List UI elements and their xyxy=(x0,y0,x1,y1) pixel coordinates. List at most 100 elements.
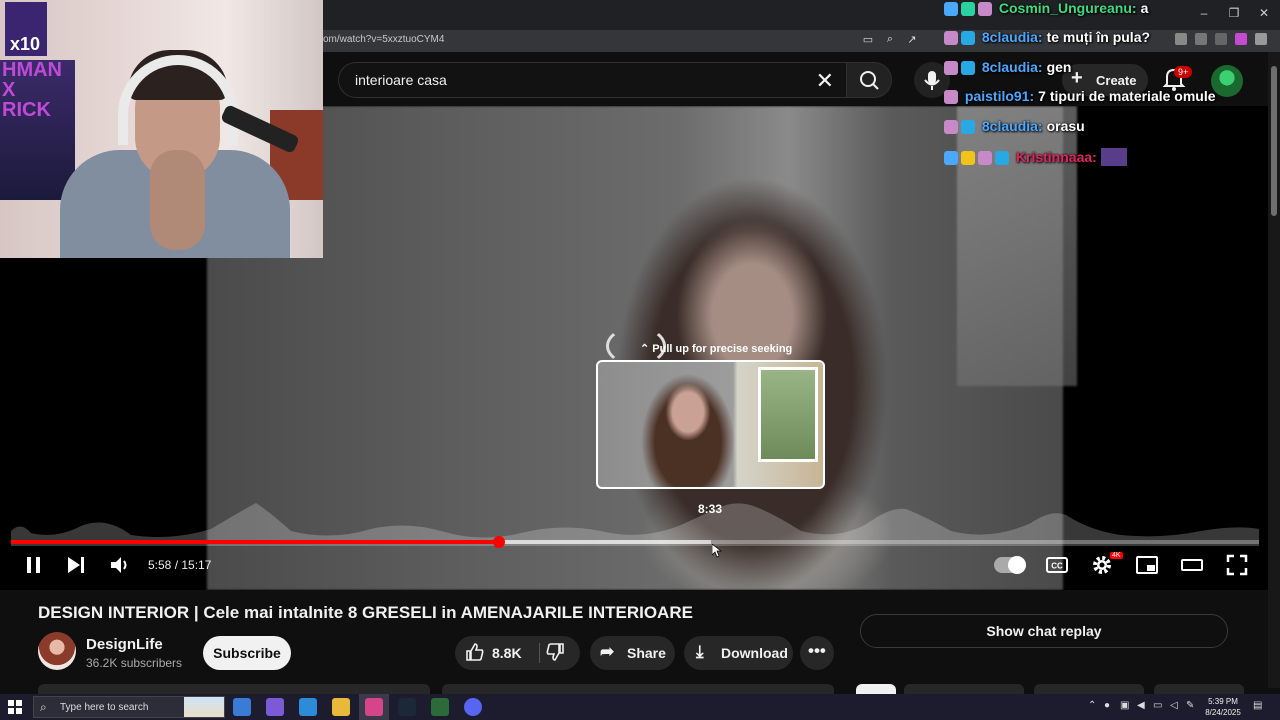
poster-text: HMAN X RICK xyxy=(2,59,62,121)
chat-text: 7 tipuri de materiale omule xyxy=(1038,88,1216,104)
fullscreen-icon[interactable] xyxy=(1225,553,1249,577)
more-horizontal-icon: ••• xyxy=(808,641,826,660)
crown-badge-icon xyxy=(961,151,975,166)
search-query[interactable]: interioare casa xyxy=(355,72,447,88)
task-view-icon[interactable] xyxy=(233,698,251,716)
taskbar-search-input[interactable]: ⌕ Type here to search xyxy=(33,696,225,718)
excel-icon[interactable] xyxy=(431,698,449,716)
show-chat-replay-button[interactable]: Show chat replay xyxy=(860,614,1228,648)
chat-badges xyxy=(944,60,978,76)
sword-badge-icon xyxy=(944,151,958,166)
autoplay-toggle[interactable] xyxy=(994,556,1026,574)
preview-window xyxy=(758,367,818,462)
pen-icon[interactable]: ✎ xyxy=(1186,700,1194,711)
browser-app-icon[interactable] xyxy=(365,698,383,716)
maximize-button[interactable]: ❐ xyxy=(1219,6,1249,20)
shield-icon[interactable] xyxy=(1215,33,1227,45)
extensions-bar xyxy=(1175,33,1267,45)
chat-username: Cosmin_Ungureanu: xyxy=(998,0,1137,16)
edge-icon[interactable] xyxy=(299,698,317,716)
sub-badge-icon xyxy=(978,151,992,166)
vpn-icon[interactable] xyxy=(1235,33,1247,45)
filter-chip-all[interactable] xyxy=(856,684,896,694)
volume-tray-icon[interactable]: ◁ xyxy=(1170,700,1178,711)
chat-message: 8claudia: te muți în pula? xyxy=(944,29,1150,49)
steam-icon[interactable] xyxy=(398,698,416,716)
file-explorer-icon[interactable] xyxy=(332,698,350,716)
scrubber-handle[interactable] xyxy=(492,536,505,548)
menu-icon[interactable] xyxy=(1255,33,1267,45)
search-button[interactable] xyxy=(846,62,892,98)
share-page-icon[interactable]: ↗ xyxy=(906,33,918,47)
search-input[interactable]: interioare casa ✕ xyxy=(338,62,846,98)
streamer-arm xyxy=(150,150,205,250)
chat-badges xyxy=(944,119,978,135)
filter-chip[interactable] xyxy=(1154,684,1244,694)
clock-time: 5:39 PM xyxy=(1208,697,1238,706)
like-divider xyxy=(539,643,540,663)
pause-icon[interactable] xyxy=(22,553,46,577)
download-button[interactable]: ⤓ Download xyxy=(684,636,793,670)
notification-badge: 9+ xyxy=(1174,66,1193,78)
seek-hint-text: Pull up for precise seeking xyxy=(652,343,793,355)
theater-mode-icon[interactable] xyxy=(1180,553,1204,577)
channel-name[interactable]: DesignLife xyxy=(86,636,163,653)
taskbar-search-placeholder: Type here to search xyxy=(60,702,149,713)
channel-avatar[interactable] xyxy=(38,632,76,670)
share-label: Share xyxy=(627,645,666,661)
wallet-icon[interactable] xyxy=(1175,33,1187,45)
chat-message: Kristinnaaa: xyxy=(944,148,1127,168)
zoom-icon[interactable]: ⌕ xyxy=(884,33,896,47)
quality-badge: 4K xyxy=(1110,552,1123,559)
scrollbar-thumb[interactable] xyxy=(1271,66,1277,216)
page-scrollbar[interactable] xyxy=(1268,52,1280,688)
search-highlight-art xyxy=(184,697,224,717)
battery-icon[interactable]: ▭ xyxy=(1153,700,1162,711)
chat-text: gen xyxy=(1046,59,1072,75)
taskbar-clock[interactable]: 5:39 PM 8/24/2025 xyxy=(1200,696,1246,718)
share-button[interactable]: ➦ Share xyxy=(590,636,675,670)
minimize-button[interactable]: – xyxy=(1189,6,1219,20)
thumbs-down-icon xyxy=(546,643,564,661)
more-actions-button[interactable]: ••• xyxy=(800,636,834,670)
close-window-button[interactable]: ✕ xyxy=(1249,6,1279,20)
chevron-up-icon[interactable]: ⌃ xyxy=(1088,700,1096,711)
search-icon: ⌕ xyxy=(40,700,47,714)
chat-message: Cosmin_Ungureanu: a xyxy=(944,0,1148,20)
clear-search-icon[interactable]: ✕ xyxy=(816,68,834,94)
extension-icon[interactable] xyxy=(1195,33,1207,45)
comments-box-top xyxy=(442,684,834,694)
like-button[interactable] xyxy=(465,642,485,667)
dislike-button[interactable] xyxy=(545,642,565,667)
chat-badges xyxy=(944,89,961,105)
volume-icon[interactable] xyxy=(108,553,132,577)
screen: – ❐ ✕ om/watch?v=5xxztuoCYM4 ▭ ⌕ ↗ inter… xyxy=(0,0,1280,720)
discord-icon[interactable] xyxy=(464,698,482,716)
network-icon[interactable]: ▣ xyxy=(1120,700,1129,711)
filter-chip[interactable] xyxy=(904,684,1024,694)
chat-message: 8claudia: orasu xyxy=(944,118,1085,138)
download-icon: ⤓ xyxy=(696,642,704,661)
sub-badge-icon xyxy=(944,90,958,105)
like-dislike-group: 8.8K xyxy=(455,636,580,670)
windows-taskbar: ⌕ Type here to search ⌃ ● ▣ ◀ ▭ ◁ ✎ 5:39… xyxy=(0,694,1280,720)
like-count[interactable]: 8.8K xyxy=(492,645,522,661)
captions-icon[interactable]: CC xyxy=(1045,553,1069,577)
copilot-icon[interactable] xyxy=(266,698,284,716)
sub-badge-icon xyxy=(978,2,992,17)
gem-badge-icon xyxy=(995,151,1009,166)
next-video-icon[interactable] xyxy=(64,553,88,577)
subscribe-button[interactable]: Subscribe xyxy=(203,636,291,670)
cast-icon[interactable]: ▭ xyxy=(862,33,874,47)
speaker-icon[interactable]: ◀ xyxy=(1137,700,1145,711)
thumbs-up-icon xyxy=(466,643,484,661)
share-icon: ➦ xyxy=(600,642,615,661)
miniplayer-icon[interactable] xyxy=(1135,553,1159,577)
microphone-tray-icon[interactable]: ● xyxy=(1104,700,1110,711)
notifications-icon[interactable]: ▤ xyxy=(1253,700,1262,711)
windows-start-icon[interactable] xyxy=(8,700,22,714)
plus-icon: + xyxy=(1071,67,1083,89)
filter-chip[interactable] xyxy=(1034,684,1144,694)
chat-message: 8claudia: gen xyxy=(944,59,1071,79)
url-text[interactable]: om/watch?v=5xxztuoCYM4 xyxy=(323,34,444,45)
